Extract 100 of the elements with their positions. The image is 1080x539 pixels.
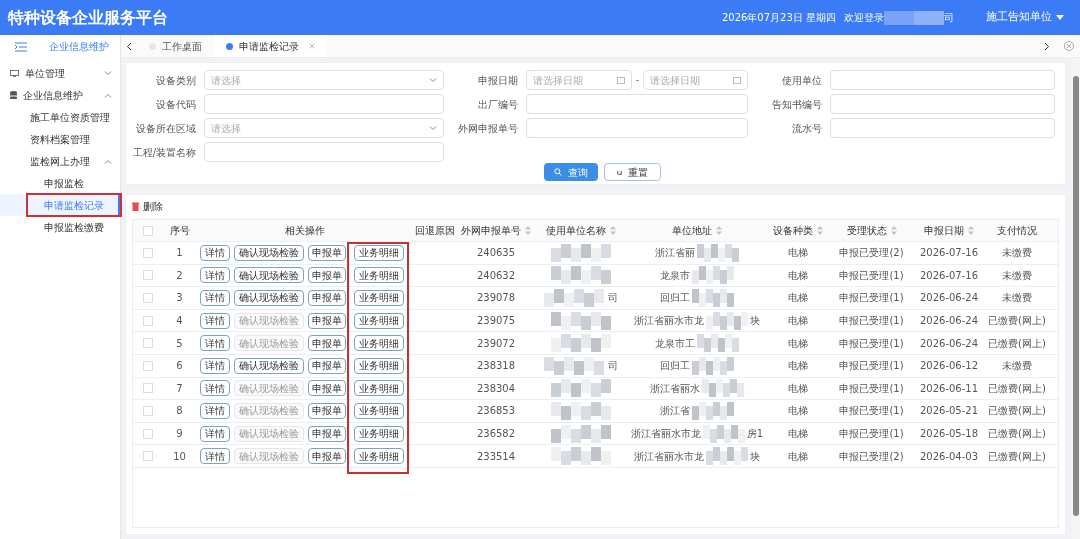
select-all-checkbox[interactable]: [142, 225, 153, 236]
column-header: 回退原因: [414, 224, 455, 238]
sort-icon[interactable]: [968, 226, 974, 235]
action-button[interactable]: 详情: [200, 244, 230, 261]
row-checkbox[interactable]: [142, 270, 153, 281]
close-all-icon[interactable]: [1064, 41, 1074, 51]
filter-label: 设备所在区域: [135, 121, 197, 136]
action-button[interactable]: 详情: [200, 425, 230, 442]
table-cell-text: 6: [176, 359, 183, 374]
sidebar-group-label[interactable]: 单位管理: [25, 65, 65, 81]
action-button[interactable]: 申报单: [308, 402, 346, 419]
action-button[interactable]: 业务明细: [354, 335, 404, 352]
column-header[interactable]: 单位地址: [672, 223, 712, 238]
table-cell-text: 4: [176, 314, 183, 329]
filter-label: 使用单位: [781, 73, 823, 88]
sort-icon[interactable]: [817, 226, 823, 235]
action-button[interactable]: 业务明细: [354, 448, 404, 465]
sort-icon[interactable]: [610, 226, 616, 235]
column-header[interactable]: 申报日期: [924, 223, 964, 238]
action-button[interactable]: 详情: [200, 290, 230, 306]
action-button[interactable]: 申报单: [308, 357, 346, 374]
action-button[interactable]: 申报单: [308, 312, 346, 329]
action-button[interactable]: 业务明细: [354, 380, 404, 397]
row-checkbox[interactable]: [142, 247, 153, 258]
action-button[interactable]: 申报单: [308, 380, 346, 397]
action-button[interactable]: 申报单: [308, 290, 346, 306]
table-cell-text: 块: [750, 314, 760, 329]
action-button[interactable]: 详情: [200, 357, 230, 374]
column-header[interactable]: 设备种类: [773, 223, 813, 238]
action-button[interactable]: 确认现场检验: [234, 267, 304, 284]
close-icon[interactable]: [309, 43, 315, 49]
input-field[interactable]: [204, 94, 444, 114]
row-checkbox[interactable]: [142, 451, 153, 462]
table-cell-text: 未缴费: [1002, 246, 1032, 261]
sidebar-item[interactable]: 施工单位资质管理: [30, 107, 110, 127]
action-button[interactable]: 申报单: [308, 267, 346, 284]
input-field[interactable]: [830, 94, 1055, 114]
row-checkbox[interactable]: [142, 360, 153, 371]
action-button[interactable]: 申报单: [308, 335, 346, 352]
sidebar-item[interactable]: 资料档案管理: [30, 129, 90, 149]
input-field[interactable]: [204, 142, 444, 162]
row-checkbox[interactable]: [142, 405, 153, 416]
table-cell-text: 2026-06-24: [919, 336, 979, 351]
action-button[interactable]: 业务明细: [354, 357, 404, 374]
sort-icon[interactable]: [716, 226, 722, 235]
delete-button[interactable]: 删除: [132, 199, 163, 213]
sidebar-item[interactable]: 申报监检缴费: [28, 217, 120, 237]
reset-button[interactable]: 重置: [604, 163, 661, 181]
action-button[interactable]: 业务明细: [354, 312, 404, 329]
table-cell-text: 回归工: [660, 291, 690, 306]
column-header[interactable]: 受理状态: [846, 223, 887, 238]
input-field[interactable]: [526, 118, 748, 138]
action-button[interactable]: 申报单: [308, 425, 346, 442]
sidebar-group-label[interactable]: 监检网上办理: [30, 153, 90, 169]
action-button[interactable]: 详情: [200, 335, 230, 352]
action-button[interactable]: 详情: [200, 312, 230, 329]
action-button[interactable]: 申报单: [308, 448, 346, 465]
action-button[interactable]: 业务明细: [354, 290, 404, 306]
database-icon: [10, 91, 17, 99]
action-button[interactable]: 详情: [200, 380, 230, 397]
table-cell-text: 2026-07-16: [919, 268, 979, 283]
action-button[interactable]: 业务明细: [354, 402, 404, 419]
row-checkbox[interactable]: [142, 428, 153, 439]
input-field[interactable]: [526, 94, 748, 114]
action-button[interactable]: 详情: [200, 448, 230, 465]
action-button[interactable]: 确认现场检验: [234, 357, 304, 374]
sort-icon[interactable]: [890, 226, 897, 235]
action-button[interactable]: 申报单: [308, 244, 346, 261]
sidebar-group-label[interactable]: 企业信息维护: [23, 87, 83, 103]
action-button[interactable]: 确认现场检验: [234, 244, 304, 261]
action-button[interactable]: 业务明细: [354, 244, 404, 261]
table-cell-text: 2026-06-11: [919, 381, 979, 396]
page-tab[interactable]: 工作桌面: [137, 35, 214, 57]
scroll-left-icon[interactable]: [126, 41, 132, 51]
row-checkbox[interactable]: [142, 293, 153, 303]
sort-icon[interactable]: [525, 226, 531, 235]
page-tab[interactable]: 申请监检记录: [214, 35, 327, 57]
role-dropdown[interactable]: 施工告知单位: [986, 9, 1064, 26]
input-field[interactable]: [830, 118, 1055, 138]
module-title: 企业信息维护: [49, 40, 109, 54]
row-checkbox[interactable]: [142, 383, 153, 394]
blur-mosaic-drawing: [692, 289, 734, 307]
action-button[interactable]: 详情: [200, 402, 230, 419]
menu-icon[interactable]: [15, 41, 27, 52]
sidebar-item[interactable]: 申报监检: [28, 173, 100, 193]
input-field[interactable]: [830, 70, 1055, 90]
table-cell-text: 240632: [476, 268, 516, 283]
column-header[interactable]: 外网申报单号: [461, 223, 521, 238]
row-checkbox[interactable]: [142, 315, 153, 326]
action-button[interactable]: 业务明细: [354, 425, 404, 442]
scroll-right-icon[interactable]: [1044, 41, 1050, 51]
blur-mosaic-drawing: [551, 401, 611, 420]
table-cell-text: 申报已受理(1): [839, 268, 904, 283]
table-cell-text: 2026-07-16: [919, 246, 979, 261]
row-checkbox[interactable]: [142, 338, 153, 349]
action-button[interactable]: 业务明细: [354, 267, 404, 284]
action-button[interactable]: 确认现场检验: [234, 290, 304, 306]
blur-mosaic-drawing: [551, 243, 611, 262]
action-button[interactable]: 详情: [200, 267, 230, 284]
column-header[interactable]: 使用单位名称: [546, 223, 606, 238]
